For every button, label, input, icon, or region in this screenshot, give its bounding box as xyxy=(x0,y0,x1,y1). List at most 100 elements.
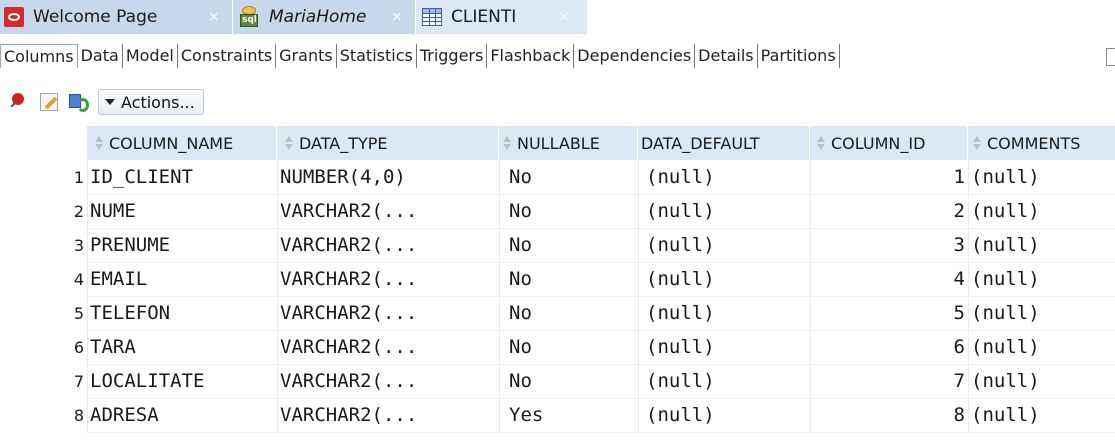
cell-data-default[interactable]: (null) xyxy=(646,160,810,194)
table-row[interactable]: 3 PRENUME VARCHAR2(... No (null) 3 (null) xyxy=(0,228,1115,262)
subtab-grants[interactable]: Grants xyxy=(276,44,337,68)
row-number-header xyxy=(0,126,87,160)
close-icon[interactable]: × xyxy=(558,9,570,25)
tab-welcome-page[interactable]: Welcome Page × xyxy=(0,0,232,34)
cell-column-name[interactable]: TELEFON xyxy=(90,296,277,330)
cell-nullable[interactable]: No xyxy=(509,330,638,364)
row-number: 6 xyxy=(73,337,84,357)
cell-data-type[interactable]: VARCHAR2(... xyxy=(280,194,499,228)
cell-data-type[interactable]: VARCHAR2(... xyxy=(280,228,499,262)
column-header-data-default[interactable]: DATA_DEFAULT xyxy=(638,126,810,160)
refresh-icon[interactable] xyxy=(68,91,90,113)
subtab-dependencies[interactable]: Dependencies xyxy=(574,44,696,68)
column-header-comments[interactable]: COMMENTS xyxy=(968,126,1115,160)
actions-label: Actions... xyxy=(121,92,195,112)
cell-column-id[interactable]: 1 xyxy=(810,160,968,194)
cell-data-type[interactable]: VARCHAR2(... xyxy=(280,398,499,432)
cell-column-name[interactable]: EMAIL xyxy=(90,262,277,296)
cell-data-default[interactable]: (null) xyxy=(646,330,810,364)
cell-column-id[interactable]: 3 xyxy=(810,228,968,262)
cell-data-default[interactable]: (null) xyxy=(646,228,810,262)
close-icon[interactable]: × xyxy=(391,9,403,25)
cell-data-default[interactable]: (null) xyxy=(646,296,810,330)
cell-column-id[interactable]: 4 xyxy=(810,262,968,296)
column-header-column-id[interactable]: COLUMN_ID xyxy=(810,126,968,160)
sort-icon xyxy=(816,135,826,151)
tab-label: CLIENTI xyxy=(451,7,517,27)
cell-data-type[interactable]: VARCHAR2(... xyxy=(280,296,499,330)
cell-nullable[interactable]: No xyxy=(509,160,638,194)
chevron-down-icon xyxy=(105,99,115,105)
cell-comments[interactable]: (null) xyxy=(971,364,1115,398)
column-header-label: DATA_DEFAULT xyxy=(641,133,760,153)
table-row[interactable]: 5 TELEFON VARCHAR2(... No (null) 5 (null) xyxy=(0,296,1115,330)
tab-label: MariaHome xyxy=(269,7,367,27)
cell-column-name[interactable]: ID_CLIENT xyxy=(90,160,277,194)
cell-data-default[interactable]: (null) xyxy=(646,398,810,432)
column-header-column-name[interactable]: COLUMN_NAME xyxy=(87,126,277,160)
cell-comments[interactable]: (null) xyxy=(971,160,1115,194)
cell-comments[interactable]: (null) xyxy=(971,228,1115,262)
cell-nullable[interactable]: No xyxy=(509,364,638,398)
cell-column-id[interactable]: 6 xyxy=(810,330,968,364)
column-header-label: COMMENTS xyxy=(987,133,1081,153)
subtab-partitions[interactable]: Partitions xyxy=(758,44,840,68)
editor-tab-strip: Welcome Page × MariaHome × CLIENTI × xyxy=(0,0,1115,34)
subtab-details[interactable]: Details xyxy=(695,44,758,68)
sort-icon xyxy=(972,135,982,151)
cell-data-type[interactable]: NUMBER(4,0) xyxy=(280,160,499,194)
table-row[interactable]: 8 ADRESA VARCHAR2(... Yes (null) 8 (null) xyxy=(0,398,1115,432)
cell-data-type[interactable]: VARCHAR2(... xyxy=(280,330,499,364)
column-header-label: NULLABLE xyxy=(517,133,600,153)
edit-icon[interactable] xyxy=(38,91,60,113)
table-row[interactable]: 4 EMAIL VARCHAR2(... No (null) 4 (null) xyxy=(0,262,1115,296)
cell-column-id[interactable]: 2 xyxy=(810,194,968,228)
table-row[interactable]: 2 NUME VARCHAR2(... No (null) 2 (null) xyxy=(0,194,1115,228)
cell-data-type[interactable]: VARCHAR2(... xyxy=(280,364,499,398)
cell-column-id[interactable]: 7 xyxy=(810,364,968,398)
subtab-statistics[interactable]: Statistics xyxy=(337,44,417,68)
cell-comments[interactable]: (null) xyxy=(971,262,1115,296)
cell-nullable[interactable]: No xyxy=(509,262,638,296)
cell-comments[interactable]: (null) xyxy=(971,330,1115,364)
tab-label: Welcome Page xyxy=(33,7,158,27)
subtab-columns[interactable]: Columns xyxy=(0,44,78,68)
cell-data-default[interactable]: (null) xyxy=(646,262,810,296)
sort-icon xyxy=(502,135,512,151)
subtab-model[interactable]: Model xyxy=(123,44,178,68)
cell-column-id[interactable]: 8 xyxy=(810,398,968,432)
pin-icon[interactable] xyxy=(8,90,30,113)
cell-column-name[interactable]: TARA xyxy=(90,330,277,364)
table-row[interactable]: 6 TARA VARCHAR2(... No (null) 6 (null) xyxy=(0,330,1115,364)
cell-nullable[interactable]: Yes xyxy=(509,398,638,432)
tab-clienti[interactable]: CLIENTI × xyxy=(415,0,587,34)
column-header-nullable[interactable]: NULLABLE xyxy=(499,126,638,160)
object-subtabs: Columns Data Model Constraints Grants St… xyxy=(0,44,840,68)
cell-data-default[interactable]: (null) xyxy=(646,194,810,228)
cell-nullable[interactable]: No xyxy=(509,228,638,262)
cell-column-name[interactable]: NUME xyxy=(90,194,277,228)
subtab-data[interactable]: Data xyxy=(78,44,123,68)
close-icon[interactable]: × xyxy=(208,9,220,25)
cell-column-name[interactable]: LOCALITATE xyxy=(90,364,277,398)
column-header-data-type[interactable]: DATA_TYPE xyxy=(277,126,499,160)
row-number: 8 xyxy=(73,405,84,425)
table-row[interactable]: 1 ID_CLIENT NUMBER(4,0) No (null) 1 (null) xyxy=(0,160,1115,194)
subtab-constraints[interactable]: Constraints xyxy=(178,44,277,68)
row-number: 5 xyxy=(73,303,84,323)
cell-data-type[interactable]: VARCHAR2(... xyxy=(280,262,499,296)
cell-nullable[interactable]: No xyxy=(509,296,638,330)
actions-button[interactable]: Actions... xyxy=(98,89,204,115)
cell-comments[interactable]: (null) xyxy=(971,398,1115,432)
tab-mariahome[interactable]: MariaHome × xyxy=(232,0,415,34)
cell-comments[interactable]: (null) xyxy=(971,296,1115,330)
cell-column-name[interactable]: ADRESA xyxy=(90,398,277,432)
table-row[interactable]: 7 LOCALITATE VARCHAR2(... No (null) 7 (null) xyxy=(0,364,1115,398)
cell-comments[interactable]: (null) xyxy=(971,194,1115,228)
subtab-triggers[interactable]: Triggers xyxy=(417,44,488,68)
cell-column-name[interactable]: PRENUME xyxy=(90,228,277,262)
subtab-flashback[interactable]: Flashback xyxy=(487,44,575,68)
cell-data-default[interactable]: (null) xyxy=(646,364,810,398)
cell-nullable[interactable]: No xyxy=(509,194,638,228)
cell-column-id[interactable]: 5 xyxy=(810,296,968,330)
